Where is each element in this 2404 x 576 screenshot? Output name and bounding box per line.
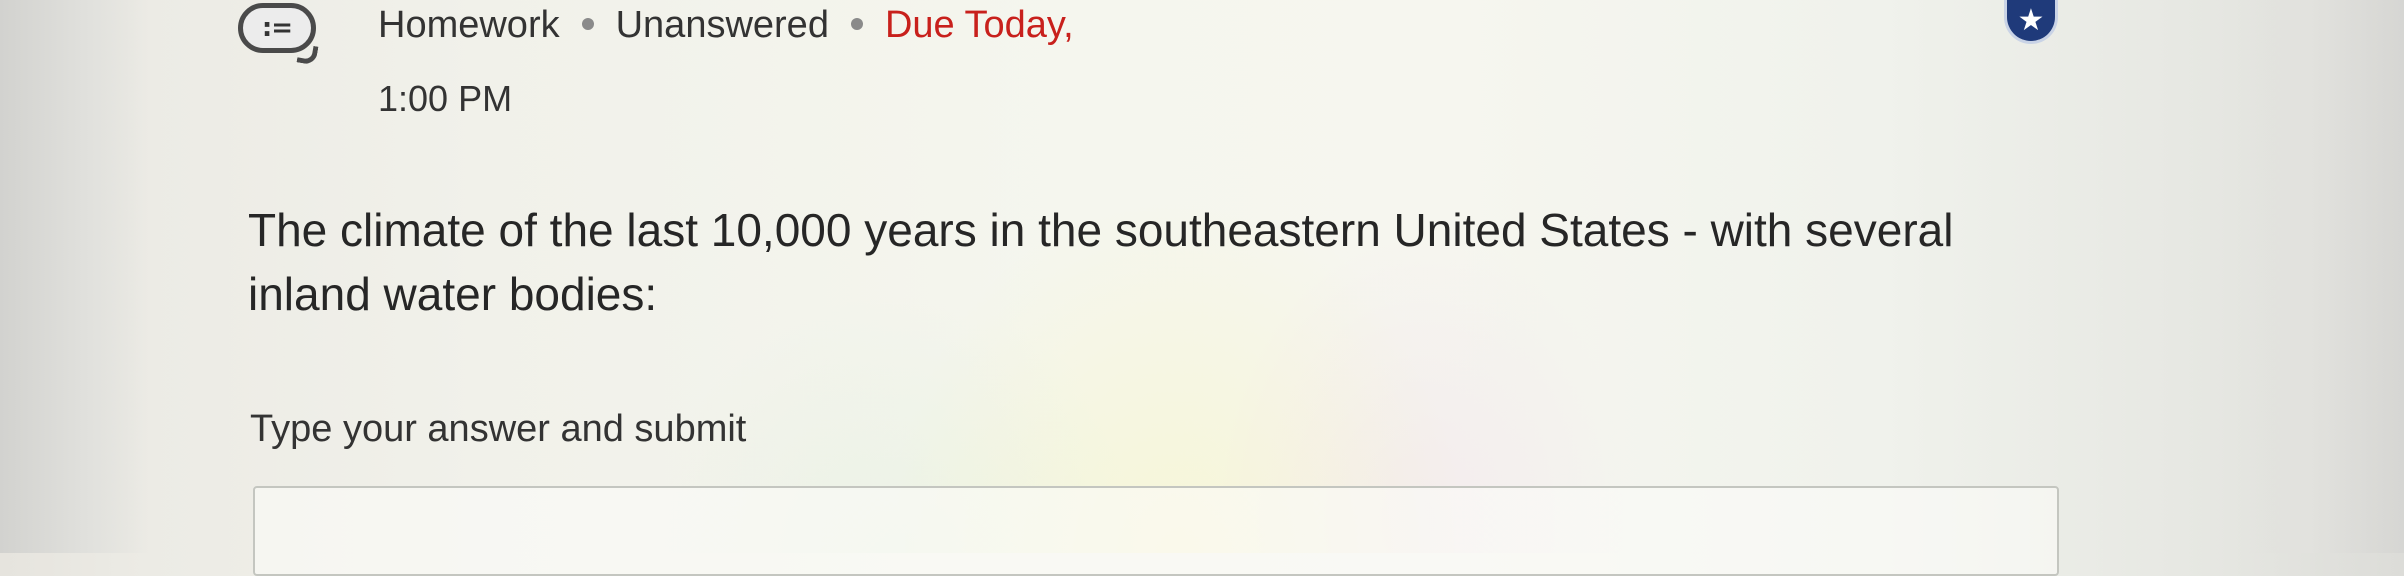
type-badge-glyph: := — [261, 13, 293, 43]
screen-edge-right — [2244, 0, 2404, 553]
question-text: The climate of the last 10,000 years in … — [248, 204, 1954, 320]
screen-edge-left — [0, 0, 150, 553]
question-meta: Homework Unanswered Due Today, — [378, 6, 1074, 44]
due-label: Due Today, — [884, 4, 1074, 46]
category-label: Homework — [378, 4, 560, 46]
status-label: Unanswered — [615, 4, 829, 46]
star-icon[interactable]: ★ — [2004, 0, 2058, 44]
due-time: 1:00 PM — [378, 78, 513, 119]
answer-input[interactable]: ⁠ ⁠ ⁠ — [253, 486, 2059, 576]
list-bubble-icon: := — [238, 3, 316, 53]
separator-dot — [850, 17, 863, 30]
separator-dot — [581, 17, 594, 30]
star-glyph: ★ — [2017, 3, 2045, 38]
editor-toolbar: ⁠ ⁠ ⁠ — [295, 532, 475, 554]
answer-label: Type your answer and submit — [250, 408, 747, 450]
